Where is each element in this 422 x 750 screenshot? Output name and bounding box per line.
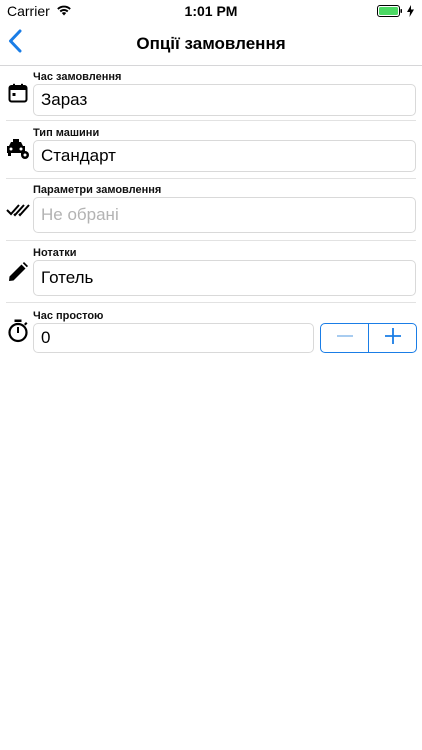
order-params-field[interactable]: Не обрані	[33, 197, 416, 233]
status-time: 1:01 PM	[184, 3, 238, 19]
page-title: Опції замовлення	[136, 34, 286, 53]
status-bar: Carrier 1:01 PM	[0, 0, 422, 22]
battery-group	[377, 4, 414, 20]
stopwatch-icon	[6, 319, 30, 343]
increment-button[interactable]	[369, 324, 416, 352]
battery-icon	[377, 4, 403, 20]
navigation-bar: Опції замовлення	[0, 22, 422, 66]
pencil-icon	[6, 260, 30, 284]
plus-icon	[384, 327, 402, 350]
order-options-screen: Carrier 1:01 PM Опції замовлення Час зам…	[0, 0, 422, 750]
notes-label: Нотатки	[33, 247, 77, 259]
order-time-row: Час замовлення Зараз	[0, 66, 422, 121]
notes-row: Нотатки Готель	[0, 241, 422, 303]
idle-time-row: Час простою 0	[0, 303, 422, 358]
double-check-icon	[6, 198, 30, 222]
charging-icon	[407, 4, 414, 20]
order-params-label: Параметри замовлення	[33, 184, 162, 196]
order-time-label: Час замовлення	[33, 71, 122, 83]
minus-icon	[336, 327, 354, 350]
order-time-field[interactable]: Зараз	[33, 84, 416, 116]
idle-time-field[interactable]: 0	[33, 323, 314, 353]
notes-field[interactable]: Готель	[33, 260, 416, 296]
calendar-icon	[6, 81, 30, 105]
decrement-button[interactable]	[321, 324, 368, 352]
taxi-settings-icon	[6, 137, 30, 161]
car-type-label: Тип машини	[33, 127, 100, 139]
car-type-row: Тип машини Стандарт	[0, 121, 422, 179]
idle-time-stepper	[320, 323, 417, 353]
order-params-row: Параметри замовлення Не обрані	[0, 179, 422, 241]
car-type-field[interactable]: Стандарт	[33, 140, 416, 172]
idle-time-label: Час простою	[33, 310, 104, 322]
